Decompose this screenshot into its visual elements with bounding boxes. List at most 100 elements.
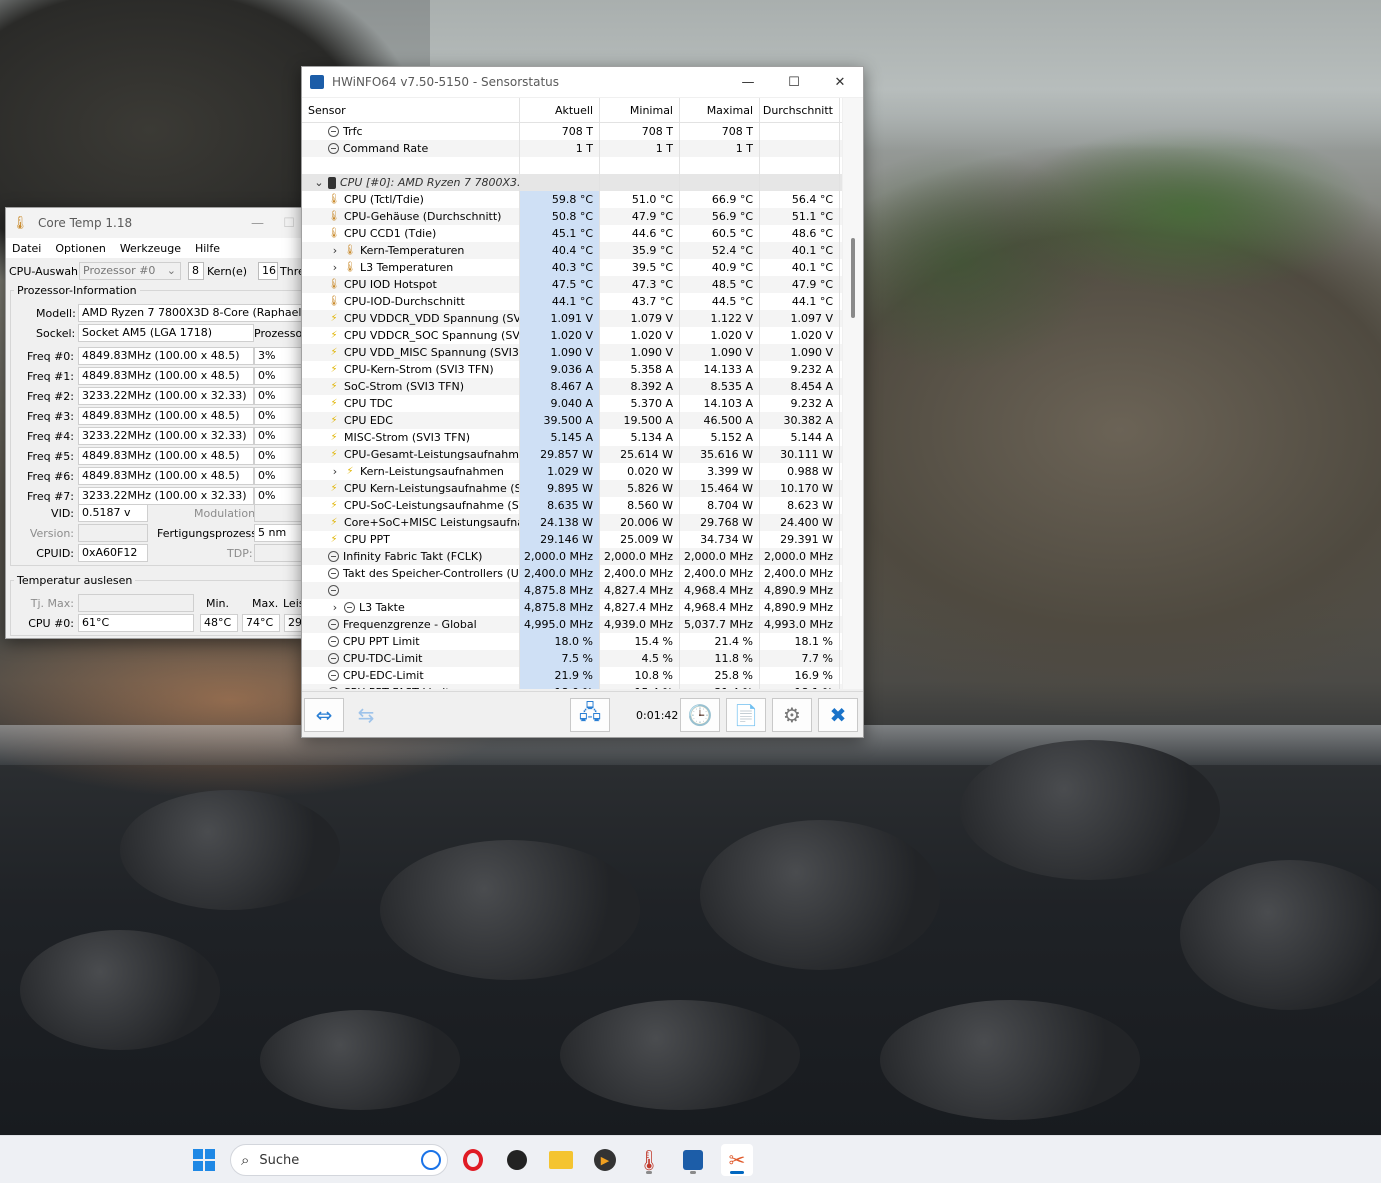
column-header-durchschnitt[interactable]: Durchschnitt	[760, 98, 840, 122]
sensor-row[interactable]: Trfc 708 T 708 T 708 T	[302, 123, 842, 140]
sensor-row[interactable]: › ⚡ Kern-Leistungsaufnahmen 1.029 W 0.020 W3…	[302, 463, 842, 480]
menu-optionen[interactable]: Optionen	[55, 242, 105, 255]
hwinfo-taskbar-icon[interactable]	[677, 1144, 709, 1176]
active-indicator	[690, 1171, 696, 1174]
sensor-row[interactable]	[302, 157, 842, 174]
sensor-row[interactable]: CPU-TDC-Limit 7.5 % 4.5 % 11.8 % 7.7 %	[302, 650, 842, 667]
sensor-name-cell: › L3 Takte	[302, 599, 520, 616]
network-icon[interactable]: 🖧	[570, 698, 610, 732]
sensor-group-row[interactable]: ⌄ CPU [#0]: AMD Ryzen 7 7800X3...	[302, 174, 842, 191]
sensor-value-avg	[760, 140, 840, 157]
column-header-sensor[interactable]: Sensor	[302, 98, 520, 122]
menu-werkzeuge[interactable]: Werkzeuge	[120, 242, 181, 255]
sensor-row[interactable]: 🌡 CPU CCD1 (Tdie) 45.1 °C 44.6 °C 60.5 °C 48.…	[302, 225, 842, 242]
sensor-name-cell: 🌡 CPU (Tctl/Tdie)	[302, 191, 520, 208]
column-header-maximal[interactable]: Maximal	[680, 98, 760, 122]
voltage-bolt-icon: ⚡	[330, 329, 338, 341]
sensor-row[interactable]: ⚡ CPU VDDCR_VDD Spannung (SVI... 1.091 V 1.…	[302, 310, 842, 327]
sensor-row[interactable]: ⚡ CPU TDC 9.040 A 5.370 A 14.103 A 9.232 A	[302, 395, 842, 412]
obs-icon[interactable]	[501, 1144, 533, 1176]
nav-arrows-button[interactable]: ⇔	[304, 698, 344, 732]
sensor-value-max	[680, 157, 760, 174]
sensor-row[interactable]: 🌡 CPU-Gehäuse (Durchschnitt) 50.8 °C 47.9 °…	[302, 208, 842, 225]
sensor-value-max: 60.5 °C	[680, 225, 760, 242]
sensor-row[interactable]: 🌡 CPU IOD Hotspot 47.5 °C 47.3 °C 48.5 °C 47.…	[302, 276, 842, 293]
sensor-row[interactable]: ⚡ CPU VDDCR_SOC Spannung (SVI... 1.020 V 1.…	[302, 327, 842, 344]
chevron-right-icon[interactable]: ›	[328, 465, 342, 478]
menu-hilfe[interactable]: Hilfe	[195, 242, 220, 255]
sensor-row[interactable]: CPU PPT Limit 18.0 % 15.4 % 21.4 % 18.1 %	[302, 633, 842, 650]
sensor-row[interactable]: CPU-EDC-Limit 21.9 % 10.8 % 25.8 % 16.9 %	[302, 667, 842, 684]
sensor-row[interactable]: ⚡ CPU EDC 39.500 A 19.500 A 46.500 A 30.382 A	[302, 412, 842, 429]
hwinfo-window[interactable]: HWiNFO64 v7.50-5150 - Sensorstatus — ☐ ✕…	[301, 66, 864, 738]
opera-icon[interactable]	[457, 1144, 489, 1176]
maximize-button[interactable]: ☐	[771, 67, 817, 97]
cpu-select-dropdown[interactable]: Prozessor #0 ⌄	[79, 262, 181, 280]
menu-datei[interactable]: Datei	[12, 242, 41, 255]
minimize-button[interactable]: —	[194, 208, 274, 238]
sensor-value-cur: 18.0 %	[520, 633, 600, 650]
media-player-icon[interactable]: ▶	[589, 1144, 621, 1176]
sensor-row[interactable]: ⚡ CPU-SoC-Leistungsaufnahme (SV... 8.635 W…	[302, 497, 842, 514]
sensor-value-cur: 40.3 °C	[520, 259, 600, 276]
sensor-value-min: 35.9 °C	[600, 242, 680, 259]
sensor-value-cur: 18.0 %	[520, 684, 600, 689]
minimize-button[interactable]: —	[725, 67, 771, 97]
sensor-value-cur: 40.4 °C	[520, 242, 600, 259]
sensor-value-min: 25.009 W	[600, 531, 680, 548]
sensor-row[interactable]: 🌡 CPU-IOD-Durchschnitt 44.1 °C 43.7 °C 44.5 …	[302, 293, 842, 310]
sensor-row[interactable]: ⚡ Core+SoC+MISC Leistungsaufna... 24.138 W…	[302, 514, 842, 531]
hwinfo-app-icon	[310, 75, 324, 89]
sensor-row[interactable]: ⚡ CPU-Kern-Strom (SVI3 TFN) 9.036 A 5.358 A…	[302, 361, 842, 378]
sensor-scrollbar[interactable]	[843, 98, 863, 689]
sensor-row[interactable]: Takt des Speicher-Controllers (U... 2,400…	[302, 565, 842, 582]
sensor-row[interactable]: ⚡ CPU Kern-Leistungsaufnahme (SV... 9.895 …	[302, 480, 842, 497]
hwinfo-title: HWiNFO64 v7.50-5150 - Sensorstatus	[332, 75, 560, 89]
chevron-right-icon[interactable]: ›	[328, 601, 342, 614]
chevron-down-icon[interactable]: ⌄	[312, 176, 326, 189]
sensor-row[interactable]: CPU PPT FAST Limit 18.0 %15.4 %21.4 %18.1…	[302, 684, 842, 689]
close-icon[interactable]: ✖	[818, 698, 858, 732]
sensor-row[interactable]: ⚡ CPU VDD_MISC Spannung (SVI3 ... 1.090 V1…	[302, 344, 842, 361]
sensor-value-cur: 5.145 A	[520, 429, 600, 446]
sensor-row[interactable]: › 🌡 Kern-Temperaturen 40.4 °C 35.9 °C 52.4 °C…	[302, 242, 842, 259]
coretemp-window[interactable]: 🌡 Core Temp 1.18 — ☐ Datei Optionen Werk…	[5, 207, 305, 639]
column-header-aktuell[interactable]: Aktuell	[520, 98, 600, 122]
sensor-row[interactable]: Infinity Fabric Takt (FCLK) 2,000.0 MHz 2,…	[302, 548, 842, 565]
sensor-label: CPU Kern-Leistungsaufnahme (SV...	[344, 482, 520, 495]
chevron-right-icon[interactable]: ›	[328, 244, 342, 257]
collapse-arrows-button[interactable]: ⇆	[346, 698, 386, 732]
sensor-value-cur: 21.9 %	[520, 667, 600, 684]
coretemp-titlebar[interactable]: 🌡 Core Temp 1.18 — ☐	[6, 208, 304, 238]
sensor-row[interactable]: Frequenzgrenze - Global 4,995.0 MHz 4,939.…	[302, 616, 842, 633]
scroll-thumb[interactable]	[851, 238, 855, 318]
add-log-icon[interactable]: 📄	[726, 698, 766, 732]
close-button[interactable]: ✕	[817, 67, 863, 97]
sensor-row[interactable]: ⚡ CPU-Gesamt-Leistungsaufnahme 29.857 W 25.…	[302, 446, 842, 463]
sensor-row[interactable]: ⚡ SoC-Strom (SVI3 TFN) 8.467 A 8.392 A 8.535…	[302, 378, 842, 395]
sensor-value-cur: 29.857 W	[520, 446, 600, 463]
maximize-button[interactable]: ☐	[274, 208, 304, 238]
sensor-value-max: 2,000.0 MHz	[680, 548, 760, 565]
sensor-value-min: 19.500 A	[600, 412, 680, 429]
sensor-row[interactable]: 🌡 CPU (Tctl/Tdie) 59.8 °C 51.0 °C 66.9 °C 56.…	[302, 191, 842, 208]
sensor-value-avg: 4,890.9 MHz	[760, 599, 840, 616]
sensor-value-min: 4,939.0 MHz	[600, 616, 680, 633]
sensor-value-cur: 1 T	[520, 140, 600, 157]
coretemp-taskbar-icon[interactable]: 🌡	[633, 1144, 665, 1176]
file-explorer-icon[interactable]	[545, 1144, 577, 1176]
sensor-row[interactable]: 4,875.8 MHz 4,827.4 MHz 4,968.4 MHz 4,890.9…	[302, 582, 842, 599]
column-header-minimal[interactable]: Minimal	[600, 98, 680, 122]
sensor-row[interactable]: ⚡ CPU PPT 29.146 W 25.009 W 34.734 W 29.391 W	[302, 531, 842, 548]
sensor-row[interactable]: › L3 Takte 4,875.8 MHz 4,827.4 MHz 4,968.4 M…	[302, 599, 842, 616]
windows-start-icon[interactable]	[188, 1144, 220, 1176]
sensor-row[interactable]: Command Rate 1 T1 T1 T	[302, 140, 842, 157]
hwinfo-titlebar[interactable]: HWiNFO64 v7.50-5150 - Sensorstatus — ☐ ✕	[302, 67, 863, 97]
gear-icon[interactable]: ⚙	[772, 698, 812, 732]
chevron-right-icon[interactable]: ›	[328, 261, 342, 274]
sensor-row[interactable]: ⚡ MISC-Strom (SVI3 TFN) 5.145 A 5.134 A 5.15…	[302, 429, 842, 446]
taskbar-search[interactable]: ⌕ Suche	[230, 1144, 448, 1176]
clock-icon[interactable]: 🕒	[680, 698, 720, 732]
snipping-tool-icon[interactable]: ✂	[721, 1144, 753, 1176]
sensor-row[interactable]: › 🌡 L3 Temperaturen 40.3 °C 39.5 °C 40.9 °C 40…	[302, 259, 842, 276]
